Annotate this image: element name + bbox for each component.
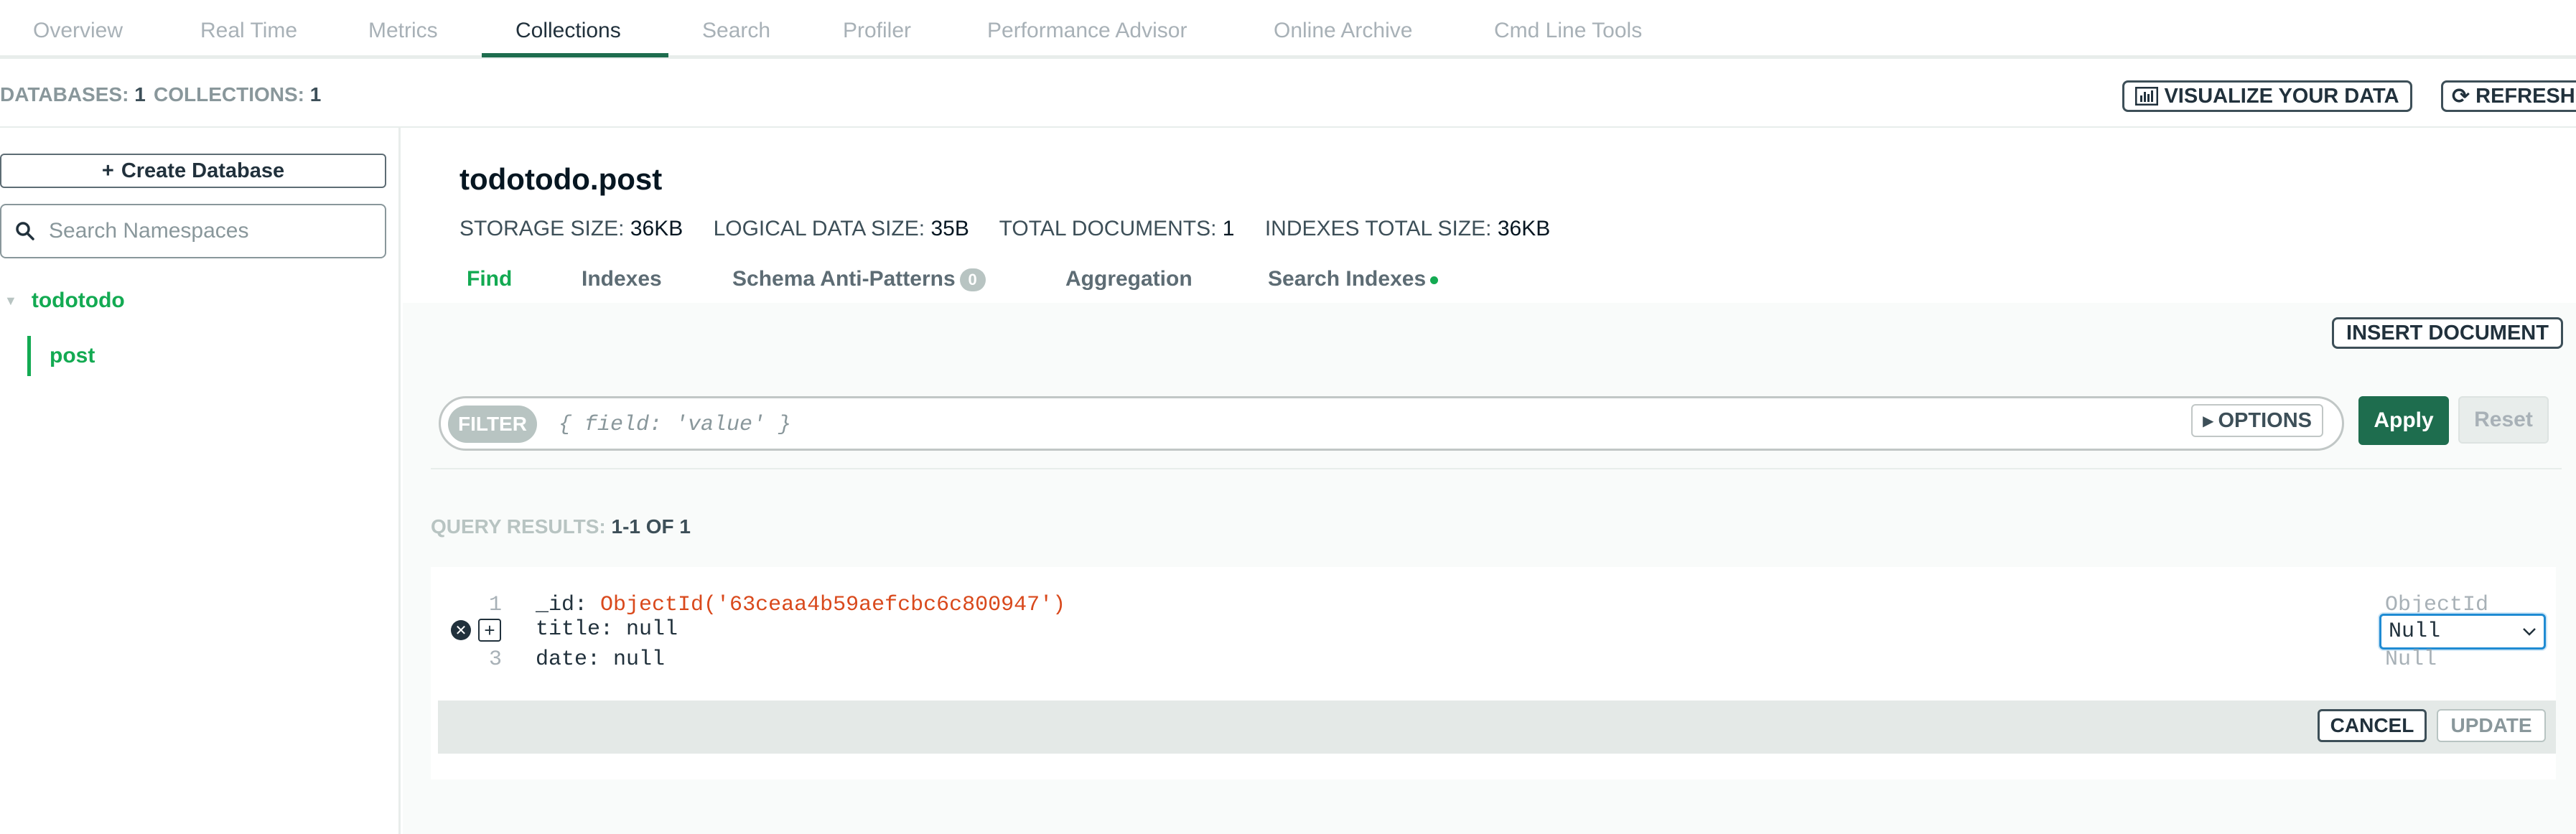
- document-field-title[interactable]: title: null: [536, 617, 678, 642]
- tab-profiler[interactable]: Profiler: [843, 19, 911, 43]
- visualize-data-label: VISUALIZE YOUR DATA: [2164, 84, 2399, 108]
- filter-pill: FILTER: [448, 406, 537, 443]
- tab-metrics[interactable]: Metrics: [368, 19, 438, 43]
- active-tab-indicator: [482, 53, 668, 57]
- database-name: todotodo: [31, 289, 125, 312]
- collections-label: COLLECTIONS:: [154, 83, 304, 106]
- document-field-date[interactable]: date: null: [536, 647, 665, 672]
- plus-icon: +: [101, 159, 114, 182]
- indexes-size-value: 36KB: [1497, 217, 1551, 240]
- namespace-sidebar: + Create Database ▼ todotodo post: [0, 128, 401, 834]
- collections-count: COLLECTIONS: 1: [154, 83, 321, 106]
- field-value: null: [626, 617, 678, 642]
- field-value: ObjectId('63ceaa4b59aefcbc6c800947'): [600, 593, 1066, 617]
- remove-field-icon[interactable]: ✕: [451, 620, 471, 640]
- update-button[interactable]: UPDATE: [2437, 709, 2546, 742]
- caret-right-icon: ▶: [2203, 413, 2214, 429]
- indexes-size-label: INDEXES TOTAL SIZE:: [1264, 217, 1492, 240]
- storage-size-label: STORAGE SIZE:: [459, 217, 625, 240]
- field-type-label: Null: [2385, 647, 2437, 672]
- create-database-label: Create Database: [121, 159, 285, 182]
- sidebar-item-collection[interactable]: post: [27, 336, 95, 376]
- line-number: 1: [489, 593, 503, 617]
- edit-footer: CANCEL UPDATE: [438, 701, 2556, 754]
- cluster-stats-row: DATABASES: 1 COLLECTIONS: 1 VISUALIZE YO…: [0, 59, 2576, 128]
- collection-name: post: [50, 344, 95, 367]
- total-docs-value: 1: [1222, 217, 1235, 240]
- sidebar-item-database[interactable]: ▼ todotodo: [0, 284, 125, 317]
- tab-indexes[interactable]: Indexes: [582, 267, 662, 291]
- query-results-value: 1-1 OF 1: [611, 515, 691, 538]
- search-icon: [16, 222, 34, 240]
- tab-collections[interactable]: Collections: [515, 19, 621, 43]
- namespace-search: [0, 204, 386, 258]
- tab-cmd-line-tools[interactable]: Cmd Line Tools: [1494, 19, 1642, 43]
- add-field-icon[interactable]: +: [478, 619, 501, 642]
- refresh-button[interactable]: ⟳ REFRESH: [2441, 80, 2576, 112]
- collections-value: 1: [309, 83, 322, 106]
- refresh-label: REFRESH: [2475, 84, 2575, 108]
- line-number: 3: [489, 647, 503, 672]
- tab-online-archive[interactable]: Online Archive: [1274, 19, 1412, 43]
- tab-search-indexes[interactable]: Search Indexes: [1268, 267, 1439, 291]
- total-docs-label: TOTAL DOCUMENTS:: [999, 217, 1217, 240]
- caret-down-icon: ▼: [4, 293, 17, 308]
- search-namespaces-input[interactable]: [47, 218, 363, 244]
- apply-button[interactable]: Apply: [2358, 396, 2449, 445]
- options-button[interactable]: ▶ OPTIONS: [2191, 404, 2323, 437]
- tab-performance-advisor[interactable]: Performance Advisor: [987, 19, 1187, 43]
- databases-label: DATABASES:: [0, 83, 129, 106]
- collection-stats: STORAGE SIZE: 36KB LOGICAL DATA SIZE: 35…: [459, 217, 1574, 241]
- insert-document-button[interactable]: INSERT DOCUMENT: [2332, 317, 2563, 349]
- schema-count-badge: 0: [959, 268, 986, 292]
- status-dot-icon: [1430, 276, 1439, 284]
- divider: [431, 468, 2562, 469]
- query-results-summary: QUERY RESULTS: 1-1 OF 1: [431, 515, 691, 538]
- databases-value: 1: [134, 83, 146, 106]
- options-label: OPTIONS: [2218, 408, 2312, 432]
- schema-anti-patterns-label: Schema Anti-Patterns: [732, 267, 956, 291]
- query-results-label: QUERY RESULTS:: [431, 515, 606, 538]
- storage-size-value: 36KB: [630, 217, 683, 240]
- top-nav: Overview Real Time Metrics Collections S…: [0, 0, 2576, 59]
- field-type-select[interactable]: Null: [2379, 614, 2546, 650]
- field-key: _id:: [536, 593, 588, 617]
- collection-title: todotodo.post: [459, 162, 663, 196]
- logical-size-label: LOGICAL DATA SIZE:: [713, 217, 925, 240]
- field-key: title:: [536, 617, 614, 642]
- chevron-down-icon: [2523, 628, 2536, 636]
- tab-overview[interactable]: Overview: [33, 19, 123, 43]
- create-database-button[interactable]: + Create Database: [0, 154, 386, 188]
- tab-find[interactable]: Find: [467, 267, 512, 291]
- field-value: null: [613, 647, 666, 672]
- chart-icon: [2135, 87, 2159, 106]
- field-key: date:: [536, 647, 601, 672]
- filter-bar: FILTER ▶ OPTIONS: [439, 396, 2344, 451]
- databases-count: DATABASES: 1: [0, 83, 146, 106]
- visualize-data-button[interactable]: VISUALIZE YOUR DATA: [2122, 80, 2412, 112]
- filter-input[interactable]: [557, 408, 2137, 441]
- selected-type: Null: [2389, 619, 2441, 644]
- reset-button[interactable]: Reset: [2458, 396, 2549, 444]
- logical-size-value: 35B: [930, 217, 969, 240]
- cancel-button[interactable]: CANCEL: [2318, 709, 2427, 742]
- tab-schema-anti-patterns[interactable]: Schema Anti-Patterns 0: [732, 267, 986, 292]
- search-indexes-label: Search Indexes: [1268, 267, 1427, 291]
- refresh-icon: ⟳: [2452, 84, 2470, 108]
- document-field-id[interactable]: _id: ObjectId('63ceaa4b59aefcbc6c800947'…: [536, 593, 1065, 617]
- tab-aggregation[interactable]: Aggregation: [1065, 267, 1193, 291]
- tab-real-time[interactable]: Real Time: [200, 19, 297, 43]
- tab-search[interactable]: Search: [702, 19, 770, 43]
